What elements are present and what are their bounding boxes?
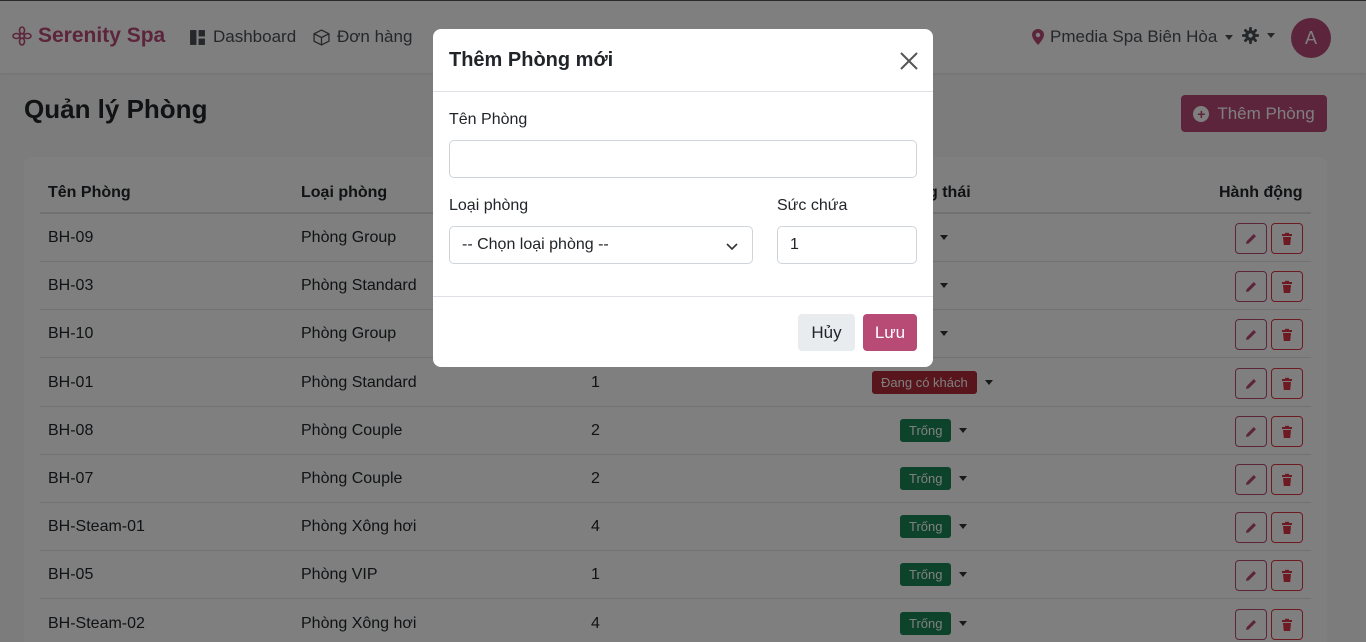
room-type-selected: -- Chọn loại phòng -- [462,236,609,253]
capacity-label: Sức chứa [777,197,848,214]
add-room-modal: Thêm Phòng mới Tên Phòng Loại phòng -- C… [433,29,933,367]
cancel-button[interactable]: Hủy [798,314,855,351]
room-type-select[interactable]: -- Chọn loại phòng -- [449,226,753,264]
chevron-down-icon [726,243,738,251]
modal-header: Thêm Phòng mới [433,29,933,92]
close-icon[interactable] [899,51,919,71]
room-type-label: Loại phòng [449,197,529,214]
room-name-input[interactable] [449,140,917,178]
room-name-label: Tên Phòng [449,111,528,128]
modal-title: Thêm Phòng mới [449,49,614,71]
modal-footer: Hủy Lưu [433,296,933,367]
save-button[interactable]: Lưu [863,314,917,351]
capacity-input[interactable]: 1 [777,226,917,264]
